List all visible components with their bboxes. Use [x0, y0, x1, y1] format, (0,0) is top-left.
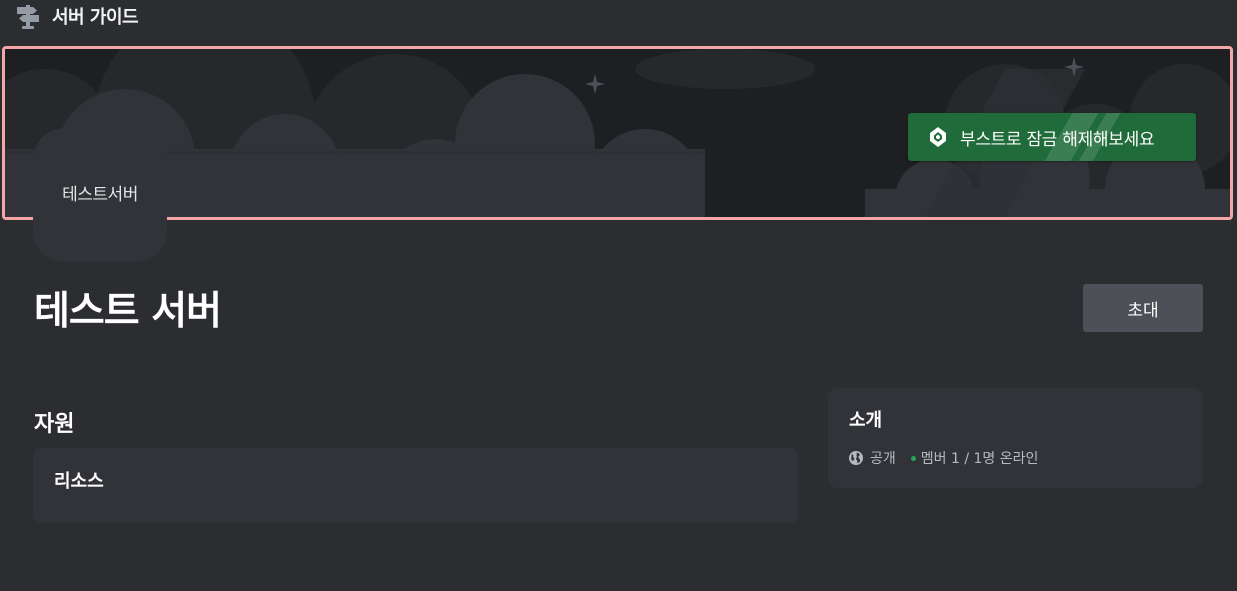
server-name: 테스트 서버: [34, 289, 222, 334]
resources-card[interactable]: 리소스: [33, 448, 798, 523]
resources-card-title: 리소스: [54, 471, 104, 492]
about-title: 소개: [849, 410, 883, 431]
resources-heading: 자원: [34, 412, 75, 437]
about-meta: 공개 멤버 1 / 1명 온라인: [848, 448, 1038, 468]
boost-button-label: 부스트로 잠금 해제해보세요: [960, 130, 1155, 150]
server-icon-text: 테스트서버: [62, 184, 138, 205]
server-banner: 부스트로 잠금 해제해보세요: [2, 46, 1233, 220]
visibility-label: 공개: [870, 451, 896, 467]
signpost-icon: [17, 5, 39, 29]
boost-gem-icon: [930, 127, 946, 147]
server-icon[interactable]: 테스트서버: [33, 128, 167, 262]
invite-button[interactable]: 초대: [1083, 284, 1203, 332]
member-count: 멤버 1 / 1명 온라인: [920, 451, 1039, 467]
page-header: 서버 가이드: [0, 0, 1237, 32]
globe-icon: [849, 451, 863, 465]
page-title: 서버 가이드: [52, 7, 139, 28]
boost-unlock-button[interactable]: 부스트로 잠금 해제해보세요: [908, 113, 1196, 161]
online-status-dot: [910, 455, 916, 461]
about-card: 소개 공개 멤버 1 / 1명 온라인: [828, 388, 1203, 488]
